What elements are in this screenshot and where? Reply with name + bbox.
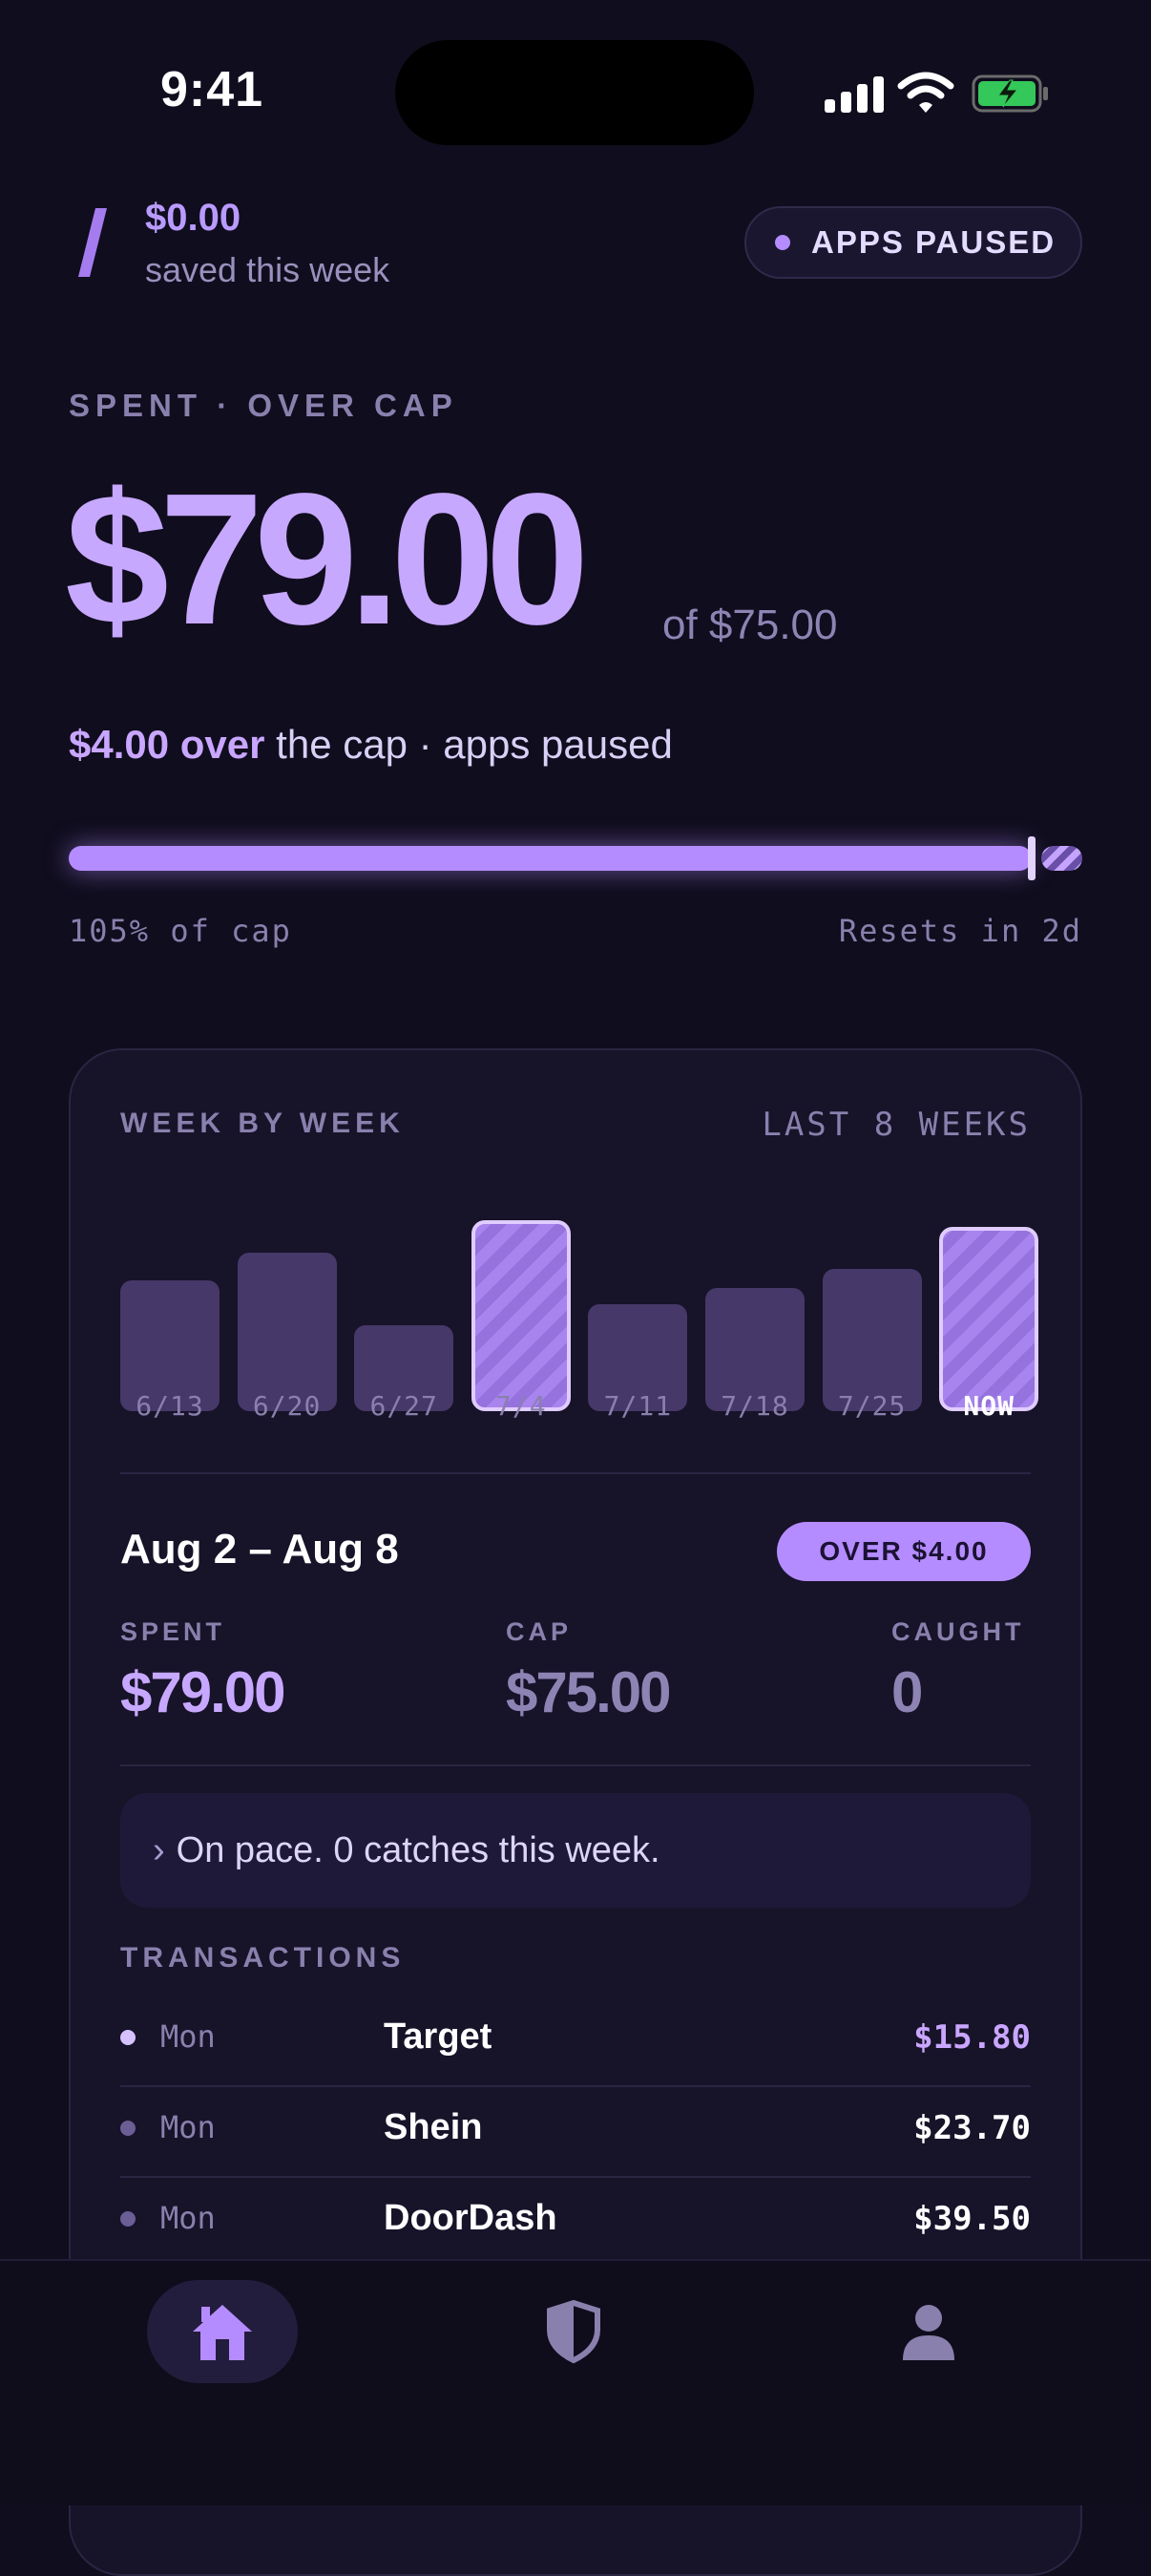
percent-of-cap: 105% of cap	[69, 913, 292, 949]
shield-icon[interactable]	[540, 2297, 607, 2364]
pace-message-box: › On pace. 0 catches this week.	[120, 1793, 1031, 1908]
transaction-merchant: Target	[384, 2016, 492, 2057]
status-dot-icon	[775, 235, 790, 250]
progress-fill	[69, 846, 1032, 871]
saved-label: saved this week	[145, 250, 390, 289]
transaction-day: Mon	[160, 2200, 216, 2236]
home-icon	[193, 2305, 252, 2360]
apps-paused-pill[interactable]: APPS PAUSED	[744, 206, 1082, 279]
stat-spent-label: SPENT	[120, 1617, 226, 1646]
transaction-row[interactable]: Mon DoorDash $39.50	[120, 2179, 1031, 2269]
over-amount: $4.00 over	[69, 722, 265, 767]
transaction-amount: $23.70	[913, 2109, 1031, 2147]
chart-bar-now[interactable]	[939, 1227, 1039, 1411]
chart-tick-label: NOW	[963, 1390, 1015, 1422]
spent-amount: $79.00	[65, 454, 589, 664]
status-time: 9:41	[160, 62, 264, 117]
transaction-merchant: Shein	[384, 2107, 483, 2147]
divider	[120, 1472, 1031, 1474]
progress-over-segment	[1041, 846, 1082, 871]
cap-progress-bar	[69, 836, 1082, 880]
transaction-dot-icon	[120, 2030, 136, 2045]
transaction-dot-icon	[120, 2121, 136, 2136]
chart-tick-label: 6/27	[369, 1390, 438, 1422]
wifi-icon	[897, 72, 954, 113]
over-badge: OVER $4.00	[777, 1522, 1031, 1581]
spent-over-cap-label: SPENT · OVER CAP	[69, 388, 458, 423]
divider	[120, 1764, 1031, 1766]
transaction-merchant: DoorDash	[384, 2198, 557, 2238]
stat-spent-value: $79.00	[120, 1660, 286, 1724]
status-bar: 9:41	[0, 0, 1151, 145]
chart-tick-label: 7/4	[495, 1390, 547, 1422]
over-suffix: the cap · apps paused	[264, 722, 673, 767]
over-cap-summary: $4.00 over the cap · apps paused	[69, 722, 673, 768]
week-range-label: LAST 8 WEEKS	[762, 1106, 1031, 1144]
chart-tick-label: 7/25	[837, 1390, 907, 1422]
cap-text: of $75.00	[662, 602, 838, 648]
chart-tick-label: 6/13	[136, 1390, 204, 1422]
user-icon[interactable]	[895, 2297, 962, 2364]
transaction-dot-icon	[120, 2211, 136, 2227]
week-by-week-title: WEEK BY WEEK	[120, 1108, 405, 1139]
transaction-amount: $15.80	[913, 2018, 1031, 2057]
chart-bar-7-4[interactable]	[471, 1220, 571, 1411]
transaction-day: Mon	[160, 2018, 216, 2055]
cap-marker	[1028, 836, 1036, 880]
stat-caught-label: CAUGHT	[891, 1617, 1025, 1646]
cellular-signal-icon	[825, 76, 884, 113]
transaction-row[interactable]: Mon Shein $23.70	[120, 2088, 1031, 2178]
transaction-day: Mon	[160, 2109, 216, 2145]
transaction-amount: $39.50	[913, 2200, 1031, 2238]
pace-message: On pace. 0 catches this week.	[176, 1829, 660, 1870]
transaction-row[interactable]: Mon Target $15.80	[120, 1997, 1031, 2087]
logo-slash-icon	[78, 208, 107, 277]
chart-bar-6-20[interactable]	[237, 1253, 337, 1411]
reset-countdown: Resets in 2d	[838, 913, 1082, 949]
chart-tick-label: 7/11	[603, 1390, 673, 1422]
saved-amount: $0.00	[145, 197, 241, 239]
chart-tick-label: 6/20	[252, 1390, 322, 1422]
dynamic-island	[395, 40, 754, 145]
chart-tick-label: 7/18	[721, 1390, 789, 1422]
stat-cap-value: $75.00	[506, 1660, 672, 1724]
battery-charging-icon	[972, 74, 1048, 113]
apps-paused-label: APPS PAUSED	[811, 224, 1057, 260]
week-range-title: Aug 2 – Aug 8	[120, 1526, 399, 1573]
transactions-title: TRANSACTIONS	[120, 1942, 406, 1974]
chevron-right-icon: ›	[153, 1829, 165, 1870]
stat-cap-label: CAP	[506, 1617, 573, 1646]
stat-caught-value: 0	[891, 1660, 923, 1724]
